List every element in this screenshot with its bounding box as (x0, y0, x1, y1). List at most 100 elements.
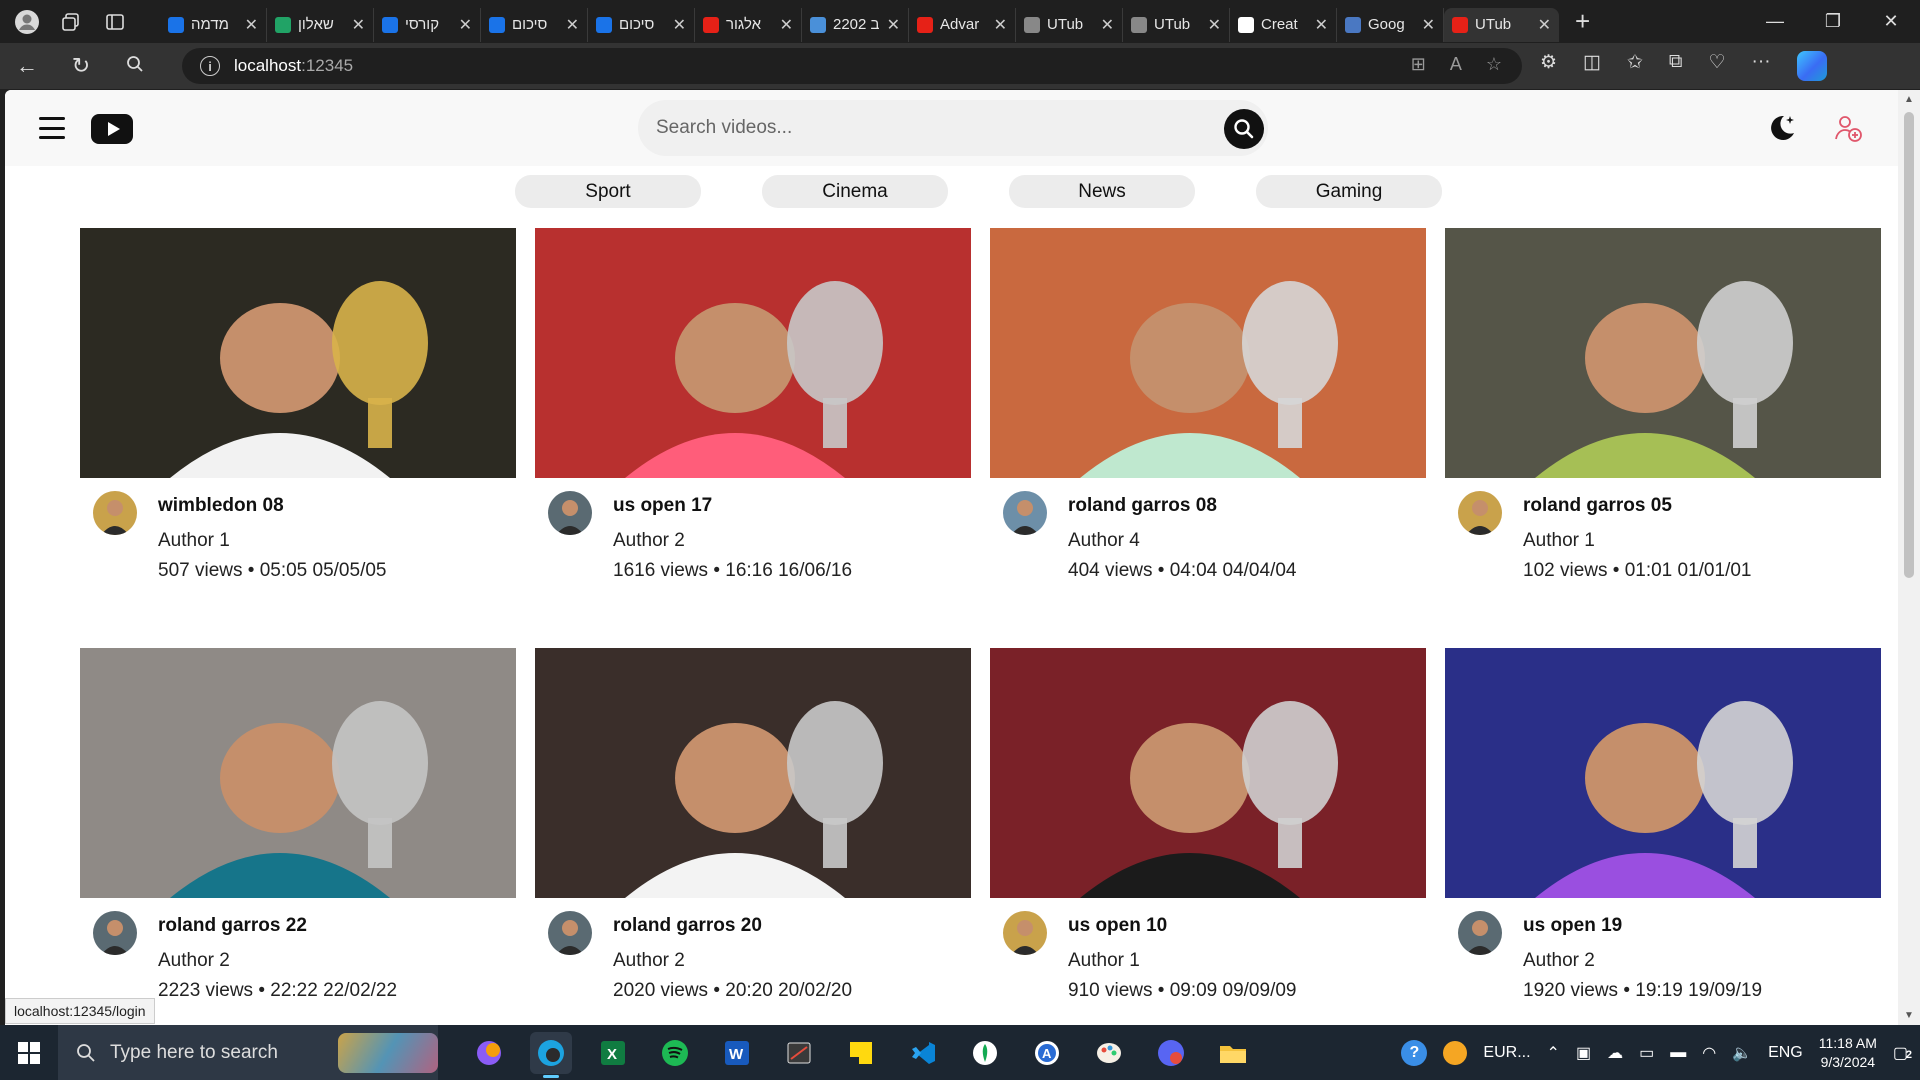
menu-icon[interactable] (39, 117, 65, 139)
tab-close-icon[interactable]: ✕ (245, 15, 258, 35)
video-author[interactable]: Author 1 (1068, 950, 1140, 972)
display-icon[interactable]: ▭ (1639, 1043, 1654, 1063)
video-author[interactable]: Author 2 (613, 530, 685, 552)
tab-close-icon[interactable]: ✕ (1101, 15, 1114, 35)
add-user-button[interactable] (1830, 110, 1866, 146)
video-author[interactable]: Author 1 (1523, 530, 1595, 552)
excel-app-icon[interactable]: X (592, 1032, 634, 1074)
refresh-icon[interactable]: ↻ (54, 53, 108, 79)
tab-close-icon[interactable]: ✕ (1422, 15, 1435, 35)
copilot-icon[interactable] (1796, 51, 1827, 81)
video-title[interactable]: us open 19 (1523, 915, 1622, 937)
video-title[interactable]: wimbledon 08 (158, 495, 284, 517)
browser-tab[interactable]: Creat ✕ (1230, 7, 1337, 42)
video-author[interactable]: Author 4 (1068, 530, 1140, 552)
split-screen-icon[interactable]: ◫ (1583, 51, 1601, 81)
back-icon[interactable]: ← (0, 53, 54, 79)
video-thumbnail[interactable] (535, 648, 971, 898)
paint-app-icon[interactable] (1088, 1032, 1130, 1074)
url-text[interactable]: localhost:12345 (234, 56, 353, 76)
category-news[interactable]: News (1009, 175, 1195, 208)
author-avatar[interactable] (1003, 491, 1047, 535)
snipping-tool-app-icon[interactable] (778, 1032, 820, 1074)
file-explorer-app-icon[interactable] (1212, 1032, 1254, 1074)
video-card[interactable]: us open 19 Author 2 1920 views • 19:19 19/… (1445, 648, 1881, 1021)
author-avatar[interactable] (93, 911, 137, 955)
search-tab-icon[interactable] (108, 53, 162, 79)
close-window-icon[interactable]: ✕ (1862, 11, 1920, 32)
tab-actions-icon[interactable] (100, 7, 130, 37)
browser-tab[interactable]: 2202 ב ✕ (802, 7, 909, 42)
category-cinema[interactable]: Cinema (762, 175, 948, 208)
wifi-icon[interactable]: ◠ (1702, 1043, 1716, 1063)
start-button[interactable] (0, 1041, 58, 1064)
site-info-icon[interactable]: i (200, 56, 220, 76)
onedrive-icon[interactable]: ☁ (1607, 1043, 1623, 1063)
collections-icon[interactable]: ⧉ (1669, 51, 1683, 81)
video-card[interactable]: us open 10 Author 1 910 views • 09:09 09/0… (990, 648, 1426, 1021)
video-card[interactable]: wimbledon 08 Author 1 507 views • 05:05 05… (80, 228, 516, 601)
profile-icon[interactable] (12, 7, 42, 37)
browser-tab[interactable]: Advar ✕ (909, 7, 1016, 42)
author-avatar[interactable] (548, 491, 592, 535)
video-author[interactable]: Author 2 (158, 950, 230, 972)
spotify-app-icon[interactable] (654, 1032, 696, 1074)
app-available-icon[interactable]: ⊞ (1411, 54, 1426, 75)
sticky-notes-app-icon[interactable] (840, 1032, 882, 1074)
tab-close-icon[interactable]: ✕ (459, 15, 472, 35)
taskbar-search[interactable]: Type here to search (58, 1025, 438, 1080)
workspaces-icon[interactable] (56, 7, 86, 37)
help-icon[interactable]: ? (1401, 1039, 1428, 1066)
video-author[interactable]: Author 2 (1523, 950, 1595, 972)
browser-tab[interactable]: UTub ✕ (1123, 7, 1230, 42)
author-avatar[interactable] (93, 491, 137, 535)
weather-text[interactable]: EUR... (1483, 1044, 1530, 1062)
category-gaming[interactable]: Gaming (1256, 175, 1442, 208)
tab-close-icon[interactable]: ✕ (352, 15, 365, 35)
video-thumbnail[interactable] (80, 648, 516, 898)
video-title[interactable]: roland garros 08 (1068, 495, 1217, 517)
scroll-down-icon[interactable]: ▼ (1904, 1010, 1914, 1021)
video-card[interactable]: us open 17 Author 2 1616 views • 16:16 16/… (535, 228, 971, 601)
scroll-up-icon[interactable]: ▲ (1904, 94, 1914, 105)
video-thumbnail[interactable] (990, 648, 1426, 898)
video-card[interactable]: roland garros 05 Author 1 102 views • 01:0… (1445, 228, 1881, 601)
video-thumbnail[interactable] (1445, 228, 1881, 478)
video-title[interactable]: roland garros 20 (613, 915, 762, 937)
new-tab-button[interactable]: + (1559, 6, 1606, 37)
app-installer-icon[interactable]: A (1026, 1032, 1068, 1074)
video-thumbnail[interactable] (80, 228, 516, 478)
read-aloud-icon[interactable]: A (1450, 54, 1462, 75)
browser-tab[interactable]: סיכום ✕ (588, 7, 695, 42)
search-button[interactable] (1224, 109, 1264, 149)
browser-tab[interactable]: Goog ✕ (1337, 7, 1444, 42)
tab-close-icon[interactable]: ✕ (566, 15, 579, 35)
video-thumbnail[interactable] (535, 228, 971, 478)
discord-app-icon[interactable] (1150, 1032, 1192, 1074)
browser-tab[interactable]: שאלון ✕ (267, 7, 374, 42)
site-logo-icon[interactable] (91, 114, 133, 144)
battery-icon[interactable]: ▬ (1670, 1044, 1686, 1062)
browser-tab[interactable]: UTub ✕ (1016, 7, 1123, 42)
author-avatar[interactable] (548, 911, 592, 955)
video-card[interactable]: roland garros 22 Author 2 2223 views • 22:… (80, 648, 516, 1021)
page-scrollbar[interactable]: ▲ ▼ (1898, 90, 1920, 1025)
tab-close-icon[interactable]: ✕ (1538, 15, 1551, 35)
video-author[interactable]: Author 2 (613, 950, 685, 972)
vscode-app-icon[interactable] (902, 1032, 944, 1074)
favorites-icon[interactable]: ✩ (1627, 51, 1643, 81)
video-card[interactable]: roland garros 08 Author 4 404 views • 04:0… (990, 228, 1426, 601)
video-thumbnail[interactable] (990, 228, 1426, 478)
scrollbar-thumb[interactable] (1904, 112, 1914, 578)
edge-app-icon[interactable] (530, 1031, 572, 1078)
author-avatar[interactable] (1458, 491, 1502, 535)
meet-now-icon[interactable]: ▣ (1576, 1043, 1591, 1063)
tab-close-icon[interactable]: ✕ (1315, 15, 1328, 35)
clock[interactable]: 11:18 AM 9/3/2024 (1819, 1034, 1877, 1072)
tab-close-icon[interactable]: ✕ (994, 15, 1007, 35)
volume-icon[interactable]: 🔈 (1732, 1043, 1752, 1063)
word-app-icon[interactable]: W (716, 1032, 758, 1074)
more-menu-icon[interactable]: ··· (1752, 51, 1771, 81)
browser-essentials-icon[interactable]: ♡ (1709, 51, 1726, 81)
maximize-icon[interactable]: ❐ (1804, 11, 1862, 32)
